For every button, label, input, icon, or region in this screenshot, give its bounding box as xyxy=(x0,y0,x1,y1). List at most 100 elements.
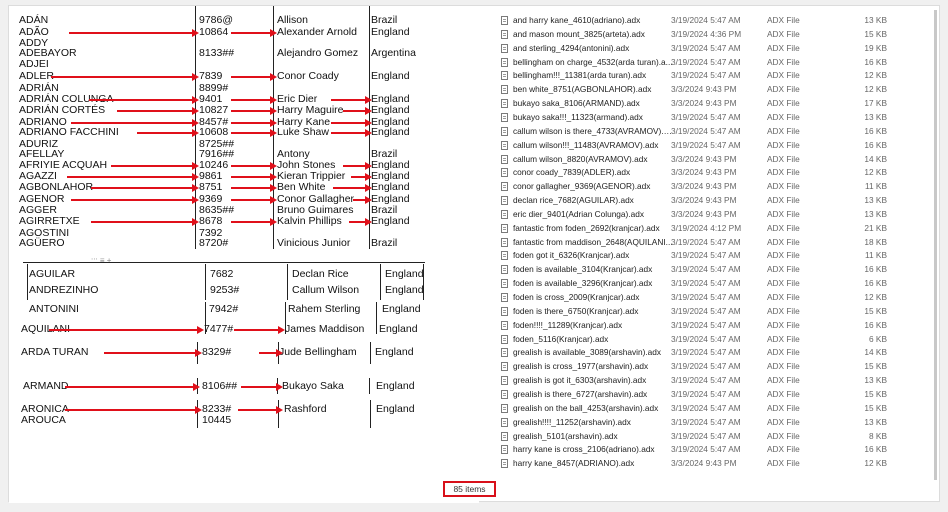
file-row[interactable]: grealish!!!!_11252(arshavin).adx 3/19/202… xyxy=(501,416,939,428)
file-size: 15 KB xyxy=(864,305,887,316)
red-arrow xyxy=(71,119,199,127)
file-size: 13 KB xyxy=(864,208,887,219)
cell-name: ARMAND xyxy=(23,380,69,392)
file-row[interactable]: harry kane is cross_2106(adriano).adx 3/1… xyxy=(501,443,939,455)
table-move-handle[interactable]: ::: ≡ + xyxy=(91,256,111,265)
file-row[interactable]: and mason mount_3825(arteta).adx 3/19/202… xyxy=(501,28,939,40)
cell-country: England xyxy=(371,104,410,116)
red-arrow xyxy=(71,196,199,204)
file-row[interactable]: grealish is got it_6303(arshavin).adx 3/1… xyxy=(501,374,939,386)
cell-code: 10864 xyxy=(199,26,229,38)
file-row[interactable]: bellingham on charge_4532(arda turan).a.… xyxy=(501,56,939,68)
status-item-count: 85 items xyxy=(443,481,496,497)
cell-code: 8133## xyxy=(199,47,235,59)
vertical-scrollbar[interactable] xyxy=(934,10,937,480)
file-size: 19 KB xyxy=(864,42,887,53)
file-row[interactable]: harry kane_8457(ADRIANO).adx 3/3/2024 9:4… xyxy=(501,457,939,469)
cell-country: England xyxy=(385,268,424,280)
cell-code: 9786@ xyxy=(199,14,234,26)
file-name: and sterling_4294(antonini).adx xyxy=(513,42,630,53)
file-list[interactable]: and harry kane_4610(adriano).adx 3/19/202… xyxy=(481,6,939,481)
file-row[interactable]: eric dier_9401(Adrian Colunga).adx 3/3/20… xyxy=(501,208,939,220)
file-size: 13 KB xyxy=(864,195,887,206)
file-type: ADX File xyxy=(767,305,800,316)
file-type: ADX File xyxy=(767,15,800,25)
file-date-modified: 3/19/2024 5:47 AM xyxy=(671,430,741,441)
file-row[interactable]: and sterling_4294(antonini).adx 3/19/2024… xyxy=(501,42,939,54)
file-type: ADX File xyxy=(767,319,800,330)
screenshot-frame: ADÁN 9786@ Allison Brazil ADÃO 10864 Alexander… xyxy=(8,5,940,503)
file-date-modified: 3/19/2024 5:47 AM xyxy=(671,305,741,316)
red-arrow xyxy=(91,184,199,192)
cell-code: 10445 xyxy=(202,414,232,426)
file-row[interactable]: callum wilson_8820(AVRAMOV).adx 3/3/2024 … xyxy=(501,153,939,165)
column-divider xyxy=(370,400,371,428)
file-row[interactable]: grealish is there_6727(arshavin).adx 3/19… xyxy=(501,388,939,400)
file-name: foden is cross_2009(Kranjcar).adx xyxy=(513,292,640,302)
file-size: 15 KB xyxy=(864,402,887,413)
file-row[interactable]: foden got it_6326(Kranjcar).adx 3/19/2024… xyxy=(501,249,939,261)
file-row[interactable]: foden is cross_2009(Kranjcar).adx 3/19/20… xyxy=(501,291,939,303)
file-row[interactable]: bellingham!!!_11381(arda turan).adx 3/19/… xyxy=(501,69,939,81)
file-date-modified: 3/19/2024 4:36 PM xyxy=(671,28,742,39)
file-row[interactable]: and harry kane_4610(adriano).adx 3/19/202… xyxy=(501,14,939,26)
cell-country: England xyxy=(375,346,414,358)
red-arrow xyxy=(231,96,277,104)
file-date-modified: 3/19/2024 5:47 AM xyxy=(671,444,741,455)
file-row[interactable]: callum wilson!!!_11483(AVRAMOV).adx 3/19/… xyxy=(501,139,939,151)
file-size: 12 KB xyxy=(864,292,887,302)
file-name: and mason mount_3825(arteta).adx xyxy=(513,28,645,39)
file-size: 12 KB xyxy=(864,458,887,469)
file-row[interactable]: declan rice_7682(AGUILAR).adx 3/3/2024 9:… xyxy=(501,194,939,206)
file-size: 12 KB xyxy=(864,70,887,81)
file-date-modified: 3/3/2024 9:43 PM xyxy=(671,458,737,469)
spreadsheet-image: ADÁN 9786@ Allison Brazil ADÃO 10864 Alexander… xyxy=(9,6,479,503)
file-date-modified: 3/19/2024 5:47 AM xyxy=(671,388,741,399)
red-arrow xyxy=(49,326,204,334)
file-size: 8 KB xyxy=(869,430,887,441)
file-row[interactable]: fantastic from maddison_2648(AQUILANI...… xyxy=(501,236,939,248)
file-size: 21 KB xyxy=(864,222,887,233)
file-row[interactable]: grealish is cross_1977(arshavin).adx 3/19… xyxy=(501,360,939,372)
cell-code: 7942# xyxy=(209,303,239,315)
file-icon xyxy=(501,251,508,261)
red-arrow xyxy=(89,96,199,104)
file-row[interactable]: foden is available_3296(Kranjcar).adx 3/1… xyxy=(501,277,939,289)
file-row[interactable]: grealish on the ball_4253(arshavin).adx 3… xyxy=(501,402,939,414)
file-row[interactable]: foden is there_6750(Kranjcar).adx 3/19/20… xyxy=(501,305,939,317)
file-name: grealish_5101(arshavin).adx xyxy=(513,430,618,441)
file-row[interactable]: grealish_5101(arshavin).adx 3/19/2024 5:4… xyxy=(501,430,939,442)
file-size: 13 KB xyxy=(864,416,887,427)
file-date-modified: 3/19/2024 5:47 AM xyxy=(671,56,741,67)
red-arrow xyxy=(69,29,199,37)
file-row[interactable]: bukayo saka_8106(ARMAND).adx 3/3/2024 9:4… xyxy=(501,97,939,109)
file-size: 18 KB xyxy=(864,236,887,247)
file-row[interactable]: foden_5116(Kranjcar).adx 3/19/2024 5:47 A… xyxy=(501,333,939,345)
file-type: ADX File xyxy=(767,153,800,164)
file-row[interactable]: foden!!!!_11289(Kranjcar).adx 3/19/2024 5… xyxy=(501,319,939,331)
file-row[interactable]: bukayo saka!!!_11323(armand).adx 3/19/202… xyxy=(501,111,939,123)
file-row[interactable]: conor gallagher_9369(AGENOR).adx 3/3/2024… xyxy=(501,180,939,192)
file-type: ADX File xyxy=(767,402,800,413)
file-row[interactable]: conor coady_7839(ADLER).adx 3/3/2024 9:43… xyxy=(501,166,939,178)
file-row[interactable]: callum wilson is there_4733(AVRAMOV).a..… xyxy=(501,125,939,137)
file-icon xyxy=(501,265,508,275)
file-row[interactable]: ben white_8751(AGBONLAHOR).adx 3/3/2024 9… xyxy=(501,83,939,95)
file-row[interactable]: grealish is available_3089(arshavin).adx… xyxy=(501,346,939,358)
red-arrow xyxy=(241,383,283,391)
file-row[interactable]: fantastic from foden_2692(kranjcar).adx 3… xyxy=(501,222,939,234)
file-date-modified: 3/19/2024 5:47 AM xyxy=(671,264,741,275)
cell-code: 8720# xyxy=(199,237,229,249)
file-row[interactable]: foden is available_3104(Kranjcar).adx 3/1… xyxy=(501,263,939,275)
file-size: 13 KB xyxy=(864,111,887,122)
file-icon xyxy=(501,348,508,358)
file-size: 14 KB xyxy=(864,153,887,164)
cell-name: AROUCA xyxy=(21,414,66,426)
cell-player: Alejandro Gomez xyxy=(277,47,359,59)
file-name: foden is available_3296(Kranjcar).adx xyxy=(513,278,653,289)
cell-country: Brazil xyxy=(371,237,398,249)
file-icon xyxy=(501,196,508,206)
red-arrow xyxy=(91,218,199,226)
file-size: 11 KB xyxy=(865,181,887,192)
file-name: grealish!!!!_11252(arshavin).adx xyxy=(513,416,631,427)
